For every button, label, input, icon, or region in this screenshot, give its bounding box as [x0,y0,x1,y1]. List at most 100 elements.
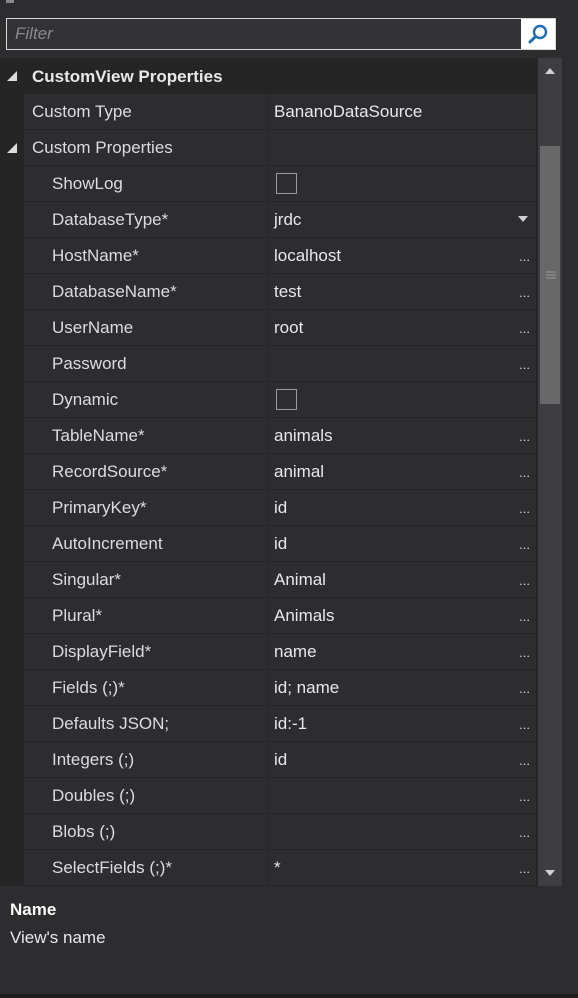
scrollbar-thumb[interactable] [540,146,560,404]
row-gutter [0,490,24,526]
collapse-triangle-icon[interactable] [6,70,18,82]
property-value-text: id; name [274,678,340,697]
property-row-custom-properties[interactable]: Custom Properties [0,130,536,166]
property-value[interactable]: *... [268,850,536,885]
ellipsis-button[interactable]: ... [519,598,530,633]
property-row[interactable]: Password... [0,346,536,382]
property-name: Integers (;) [24,742,267,777]
row-gutter [0,274,24,310]
property-value-text: localhost [274,246,342,265]
property-row-custom-type[interactable]: Custom Type BananoDataSource [0,94,536,130]
property-checkbox[interactable] [276,173,297,194]
property-value[interactable]: Animal... [268,562,536,597]
bottom-border [0,994,578,998]
search-icon [528,24,548,44]
ellipsis-button[interactable]: ... [519,274,530,309]
ellipsis-button[interactable]: ... [519,814,530,849]
ellipsis-button[interactable]: ... [519,634,530,669]
filter-field[interactable] [6,18,556,50]
row-gutter [0,166,24,202]
property-value[interactable]: root... [268,310,536,345]
ellipsis-button[interactable]: ... [519,490,530,525]
ellipsis-button[interactable]: ... [519,418,530,453]
property-row[interactable]: DatabaseType* jrdc [0,202,536,238]
property-value-text: id [274,498,288,517]
property-row[interactable]: Singular* Animal... [0,562,536,598]
property-value[interactable]: BananoDataSource [268,94,536,129]
property-value[interactable]: jrdc [268,202,536,237]
property-value[interactable]: test... [268,274,536,309]
property-name: Doubles (;) [24,778,267,813]
filter-input[interactable] [7,19,521,49]
property-row[interactable]: Defaults JSON; id:-1... [0,706,536,742]
scroll-up-arrow-icon [545,68,555,74]
search-button[interactable] [521,19,555,49]
property-row[interactable]: Plural* Animals... [0,598,536,634]
property-checkbox[interactable] [276,389,297,410]
property-name: Fields (;)* [24,670,267,705]
property-value[interactable]: id... [268,742,536,777]
property-name: Defaults JSON; [24,706,267,741]
property-name: Dynamic [24,382,267,417]
ellipsis-button[interactable]: ... [519,310,530,345]
vertical-scrollbar[interactable] [538,58,562,886]
property-row[interactable]: Doubles (;)... [0,778,536,814]
property-value[interactable]: ... [268,778,536,813]
ellipsis-button[interactable]: ... [519,454,530,489]
ellipsis-button[interactable]: ... [519,778,530,813]
property-row[interactable]: ShowLog [0,166,536,202]
row-gutter [0,850,24,886]
ellipsis-button[interactable]: ... [519,742,530,777]
property-row[interactable]: DisplayField* name... [0,634,536,670]
property-value[interactable]: id:-1... [268,706,536,741]
property-value[interactable] [268,166,536,201]
property-value[interactable]: ... [268,814,536,849]
property-value-text: root [274,318,304,337]
property-row[interactable]: DatabaseName* test... [0,274,536,310]
dropdown-arrow-icon[interactable] [518,216,528,222]
property-value[interactable]: animals... [268,418,536,453]
property-name: Plural* [24,598,267,633]
scroll-down-button[interactable] [538,862,562,884]
ellipsis-button[interactable]: ... [519,706,530,741]
property-name: DatabaseName* [24,274,267,309]
property-row[interactable]: Fields (;)* id; name... [0,670,536,706]
property-row[interactable]: AutoIncrement id... [0,526,536,562]
ellipsis-button[interactable]: ... [519,346,530,381]
property-value[interactable]: name... [268,634,536,669]
ellipsis-button[interactable]: ... [519,670,530,705]
property-row[interactable]: UserName root... [0,310,536,346]
property-value[interactable]: id; name... [268,670,536,705]
scroll-down-arrow-icon [545,870,555,876]
row-gutter [0,670,24,706]
property-value[interactable]: animal... [268,454,536,489]
property-value[interactable]: localhost... [268,238,536,273]
property-row[interactable]: PrimaryKey* id... [0,490,536,526]
property-value[interactable]: ... [268,346,536,381]
property-row[interactable]: Blobs (;)... [0,814,536,850]
property-row[interactable]: HostName* localhost... [0,238,536,274]
property-row[interactable]: TableName* animals... [0,418,536,454]
scroll-up-button[interactable] [538,60,562,82]
property-value-text: id [274,750,288,769]
ellipsis-button[interactable]: ... [519,238,530,273]
description-title: Name [10,900,57,919]
property-value-text: animals [274,426,333,445]
property-name: DisplayField* [24,634,267,669]
ellipsis-button[interactable]: ... [519,850,530,885]
property-value[interactable] [268,382,536,417]
ellipsis-button[interactable]: ... [519,562,530,597]
property-value[interactable]: id... [268,526,536,561]
property-value[interactable]: Animals... [268,598,536,633]
property-row[interactable]: Dynamic [0,382,536,418]
property-row[interactable]: Integers (;) id... [0,742,536,778]
property-row[interactable]: RecordSource* animal... [0,454,536,490]
row-gutter [0,418,24,454]
row-gutter [0,382,24,418]
property-value[interactable]: id... [268,490,536,525]
category-row-customview-properties[interactable]: CustomView Properties [0,58,536,94]
property-name: AutoIncrement [24,526,267,561]
property-row[interactable]: SelectFields (;)* *... [0,850,536,886]
ellipsis-button[interactable]: ... [519,526,530,561]
collapse-triangle-icon[interactable] [6,142,18,154]
